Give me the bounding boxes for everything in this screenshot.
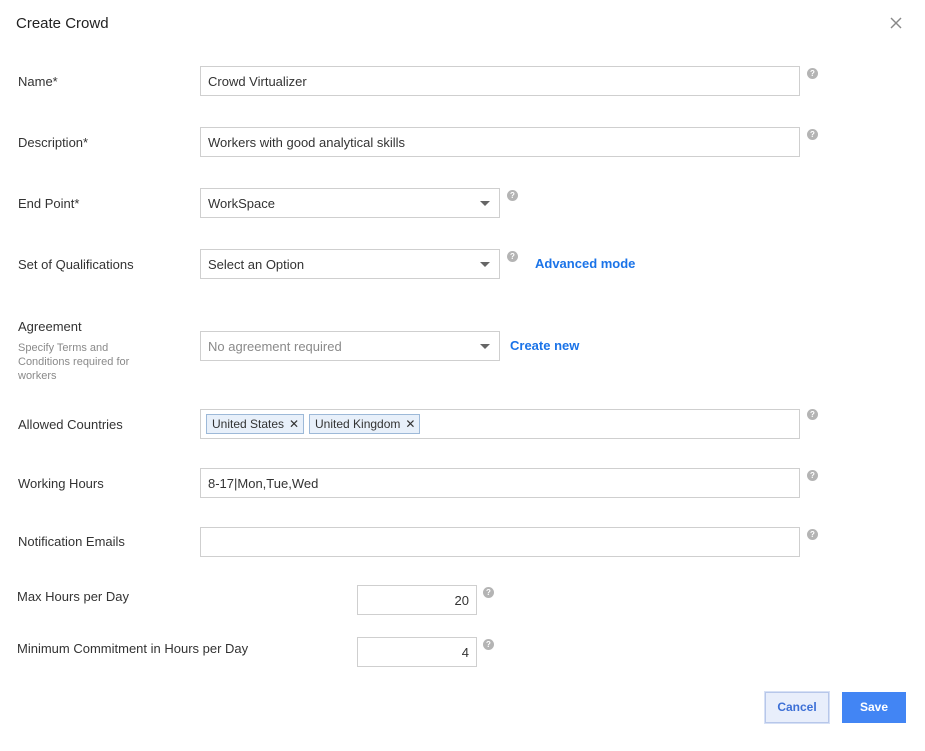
chevron-down-icon: [480, 262, 490, 267]
chevron-down-icon: [480, 201, 490, 206]
agreement-sublabel: Specify Terms and Conditions required fo…: [18, 342, 130, 382]
help-icon[interactable]: ?: [483, 587, 494, 598]
help-icon[interactable]: ?: [807, 129, 818, 140]
max-hours-input[interactable]: [357, 585, 477, 615]
max-hours-label: Max Hours per Day: [17, 589, 129, 604]
notification-emails-input[interactable]: [200, 527, 800, 557]
country-tag-label: United States: [212, 417, 285, 431]
working-hours-label: Working Hours: [18, 476, 104, 491]
help-icon[interactable]: ?: [807, 470, 818, 481]
advanced-mode-link[interactable]: Advanced mode: [535, 256, 635, 271]
min-commitment-input[interactable]: [357, 637, 477, 667]
help-icon[interactable]: ?: [483, 639, 494, 650]
min-commitment-label: Minimum Commitment in Hours per Day: [17, 641, 249, 656]
help-icon[interactable]: ?: [807, 529, 818, 540]
save-button[interactable]: Save: [842, 692, 906, 723]
qualifications-select[interactable]: Select an Option: [200, 249, 500, 279]
help-icon[interactable]: ?: [807, 409, 818, 420]
create-new-link[interactable]: Create new: [510, 338, 579, 353]
description-label: Description*: [18, 135, 89, 150]
description-input[interactable]: [200, 127, 800, 157]
countries-tag-input[interactable]: United States ✕ United Kingdom ✕: [200, 409, 800, 439]
help-icon[interactable]: ?: [507, 190, 518, 201]
qualifications-value: Select an Option: [208, 257, 305, 272]
qualifications-label: Set of Qualifications: [18, 257, 134, 272]
working-hours-input[interactable]: [200, 468, 800, 498]
help-icon[interactable]: ?: [507, 251, 518, 262]
name-input[interactable]: [200, 66, 800, 96]
cancel-button[interactable]: Cancel: [765, 692, 829, 723]
end-point-select[interactable]: WorkSpace: [200, 188, 500, 218]
end-point-value: WorkSpace: [208, 196, 275, 211]
remove-tag-icon[interactable]: ✕: [405, 417, 415, 431]
remove-tag-icon[interactable]: ✕: [289, 417, 299, 431]
notification-emails-label: Notification Emails: [18, 534, 125, 549]
country-tag-label: United Kingdom: [315, 417, 401, 431]
chevron-down-icon: [480, 344, 490, 349]
agreement-select[interactable]: No agreement required: [200, 331, 500, 361]
country-tag: United States ✕: [206, 414, 305, 434]
end-point-label: End Point*: [18, 196, 80, 211]
agreement-value: No agreement required: [208, 339, 342, 354]
close-icon[interactable]: [889, 16, 903, 30]
help-icon[interactable]: ?: [807, 68, 818, 79]
country-tag: United Kingdom ✕: [309, 414, 421, 434]
name-label: Name*: [18, 74, 58, 89]
agreement-label: Agreement: [18, 319, 82, 334]
allowed-countries-label: Allowed Countries: [18, 417, 123, 432]
dialog-title: Create Crowd: [16, 15, 109, 32]
